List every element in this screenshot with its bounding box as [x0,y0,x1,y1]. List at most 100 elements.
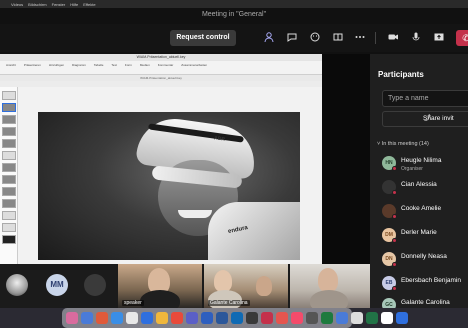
person-shape [318,268,338,292]
ribbon-item[interactable]: Form [125,63,132,74]
finder-icon[interactable] [66,312,78,324]
slide-thumb[interactable] [2,199,16,208]
ribbon-item[interactable]: Präsentieren [24,63,41,74]
ribbon-item[interactable]: Tabelle [94,63,104,74]
person-body [140,290,180,308]
app-icon[interactable] [396,312,408,324]
menubar-item[interactable]: Bildschirm [28,2,46,7]
people-icon[interactable] [262,31,276,45]
safari-icon[interactable] [141,312,153,324]
app-icon[interactable] [156,312,168,324]
app-icon[interactable] [171,312,183,324]
menubar-item[interactable]: Fenster [52,2,66,7]
participant-row[interactable]: DM Derler Marie [382,226,468,246]
avatar[interactable] [6,274,28,296]
rooms-icon[interactable] [331,31,345,45]
slide-thumb[interactable] [2,211,16,220]
participant-name: Cian Alessia [401,181,437,188]
music-icon[interactable] [291,312,303,324]
participant-name: Derler Marie [401,229,437,236]
ribbon-item[interactable]: Kommentar [158,63,174,74]
mic-icon[interactable] [409,31,423,45]
video-tile[interactable]: speaker [118,264,202,308]
leave-button[interactable]: ✆ [456,30,468,46]
app-icon[interactable] [201,312,213,324]
participant-row[interactable]: Cian Alessia [382,178,468,198]
share-screen-icon[interactable] [432,31,446,45]
shared-screen-margin [322,54,370,264]
toolbar-divider [375,32,376,44]
ribbon-item[interactable]: Ansicht [6,63,16,74]
avatar[interactable]: MM [46,274,68,296]
shared-screen: WIAM-Präsentation_aktuell.key Ansicht Pr… [0,54,370,264]
slide-thumb[interactable] [2,235,16,244]
app-icon[interactable] [336,312,348,324]
participant-search-input[interactable]: Type a name [382,90,468,107]
slide-thumb[interactable] [2,91,16,100]
in-meeting-section[interactable]: ˅ In this meeting (14) [377,141,429,147]
app-icon[interactable] [276,312,288,324]
slide-thumb[interactable] [2,151,16,160]
outlook-icon[interactable] [111,312,123,324]
participant-name: Cooke Amelie [401,205,442,212]
person-shape [214,270,232,292]
presence-badge [392,190,397,195]
keynote-ribbon: Ansicht Präsentieren Hinzufügen Diagramm… [0,61,322,75]
app-icon[interactable] [321,312,333,324]
ribbon-item[interactable]: Text [111,63,117,74]
keynote-doc-title: WIAM-Präsentation_aktuell.key [0,75,322,81]
slide-thumb[interactable] [2,175,16,184]
presence-badge [392,214,397,219]
avatar[interactable] [84,274,106,296]
excel-icon[interactable] [366,312,378,324]
app-icon[interactable] [381,312,393,324]
slide-thumb[interactable] [2,127,16,136]
menubar-item[interactable]: Effekte [83,2,95,7]
menubar-item[interactable]: Videos [11,2,23,7]
request-control-button[interactable]: Request control [170,30,236,46]
chat-icon[interactable] [285,31,299,45]
tile-label: speaker [122,300,144,306]
app-icon[interactable] [306,312,318,324]
app-icon[interactable] [81,312,93,324]
slide-thumb[interactable] [2,115,16,124]
video-tile[interactable]: Galante Carolina [204,264,288,308]
menubar-item[interactable]: Hilfe [70,2,78,7]
word-icon[interactable] [216,312,228,324]
participant-row[interactable]: Cooke Amelie [382,202,468,222]
app-icon[interactable] [231,312,243,324]
person-body [310,290,348,308]
participant-row[interactable]: HN Heugle Nilima Organiser [382,154,468,174]
participant-role: Organiser [401,166,423,172]
participant-row[interactable]: DN Donnelly Neasa [382,250,468,270]
slide-thumb[interactable] [2,187,16,196]
ribbon-item[interactable]: Medien [140,63,150,74]
ribbon-item[interactable]: Zusammenarbeiten [181,63,207,74]
video-tile[interactable] [290,264,374,308]
app-icon[interactable] [126,312,138,324]
more-icon[interactable] [353,31,367,45]
participant-name: Heugle Nilima [401,157,442,164]
participant-name: Ebersbach Benjamin [401,277,461,284]
ribbon-item[interactable]: Hinzufügen [49,63,64,74]
teams-icon[interactable] [186,312,198,324]
app-icon[interactable] [96,312,108,324]
keynote-window: WIAM-Präsentation_aktuell.key Ansicht Pr… [0,54,322,264]
slide-thumb[interactable] [2,223,16,232]
camera-icon[interactable] [386,31,400,45]
participant-row[interactable]: EB Ebersbach Benjamin [382,274,468,294]
slide-thumb[interactable] [2,139,16,148]
macos-dock [62,308,408,328]
reactions-icon[interactable] [308,31,322,45]
section-label: In this meeting (14) [381,141,429,147]
participant-name: Galante Carolina [401,299,450,306]
acrobat-icon[interactable] [261,312,273,324]
ribbon-item[interactable]: Diagramm [72,63,86,74]
slide-thumb[interactable] [2,103,16,112]
app-icon[interactable] [351,312,363,324]
app-icon[interactable] [246,312,258,324]
slide-thumb[interactable] [2,163,16,172]
macos-menubar: Videos Bildschirm Fenster Hilfe Effekte [0,0,468,8]
presence-badge [392,262,397,267]
mouth-shape [178,210,212,218]
